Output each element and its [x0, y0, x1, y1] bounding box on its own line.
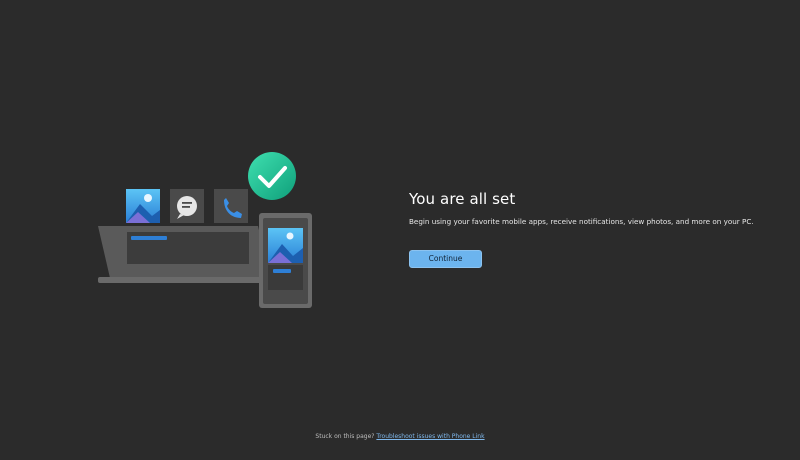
checkmark-icon	[248, 152, 296, 200]
page-description: Begin using your favorite mobile apps, r…	[409, 217, 754, 226]
phone-link-illustration	[98, 152, 312, 308]
setup-complete-page: You are all set Begin using your favorit…	[0, 0, 800, 460]
photo-tile-icon	[126, 189, 160, 223]
phone-illustration	[259, 213, 312, 308]
footer-help: Stuck on this page? Troubleshoot issues …	[0, 433, 800, 440]
stuck-prompt: Stuck on this page?	[315, 433, 375, 440]
laptop-illustration	[98, 226, 276, 283]
page-title: You are all set	[409, 190, 516, 208]
continue-button[interactable]: Continue	[409, 250, 482, 268]
setup-complete-content: You are all set Begin using your favorit…	[409, 190, 789, 268]
troubleshoot-link[interactable]: Troubleshoot issues with Phone Link	[376, 433, 484, 440]
chat-tile-icon	[170, 189, 204, 223]
phone-call-tile-icon	[214, 189, 248, 223]
